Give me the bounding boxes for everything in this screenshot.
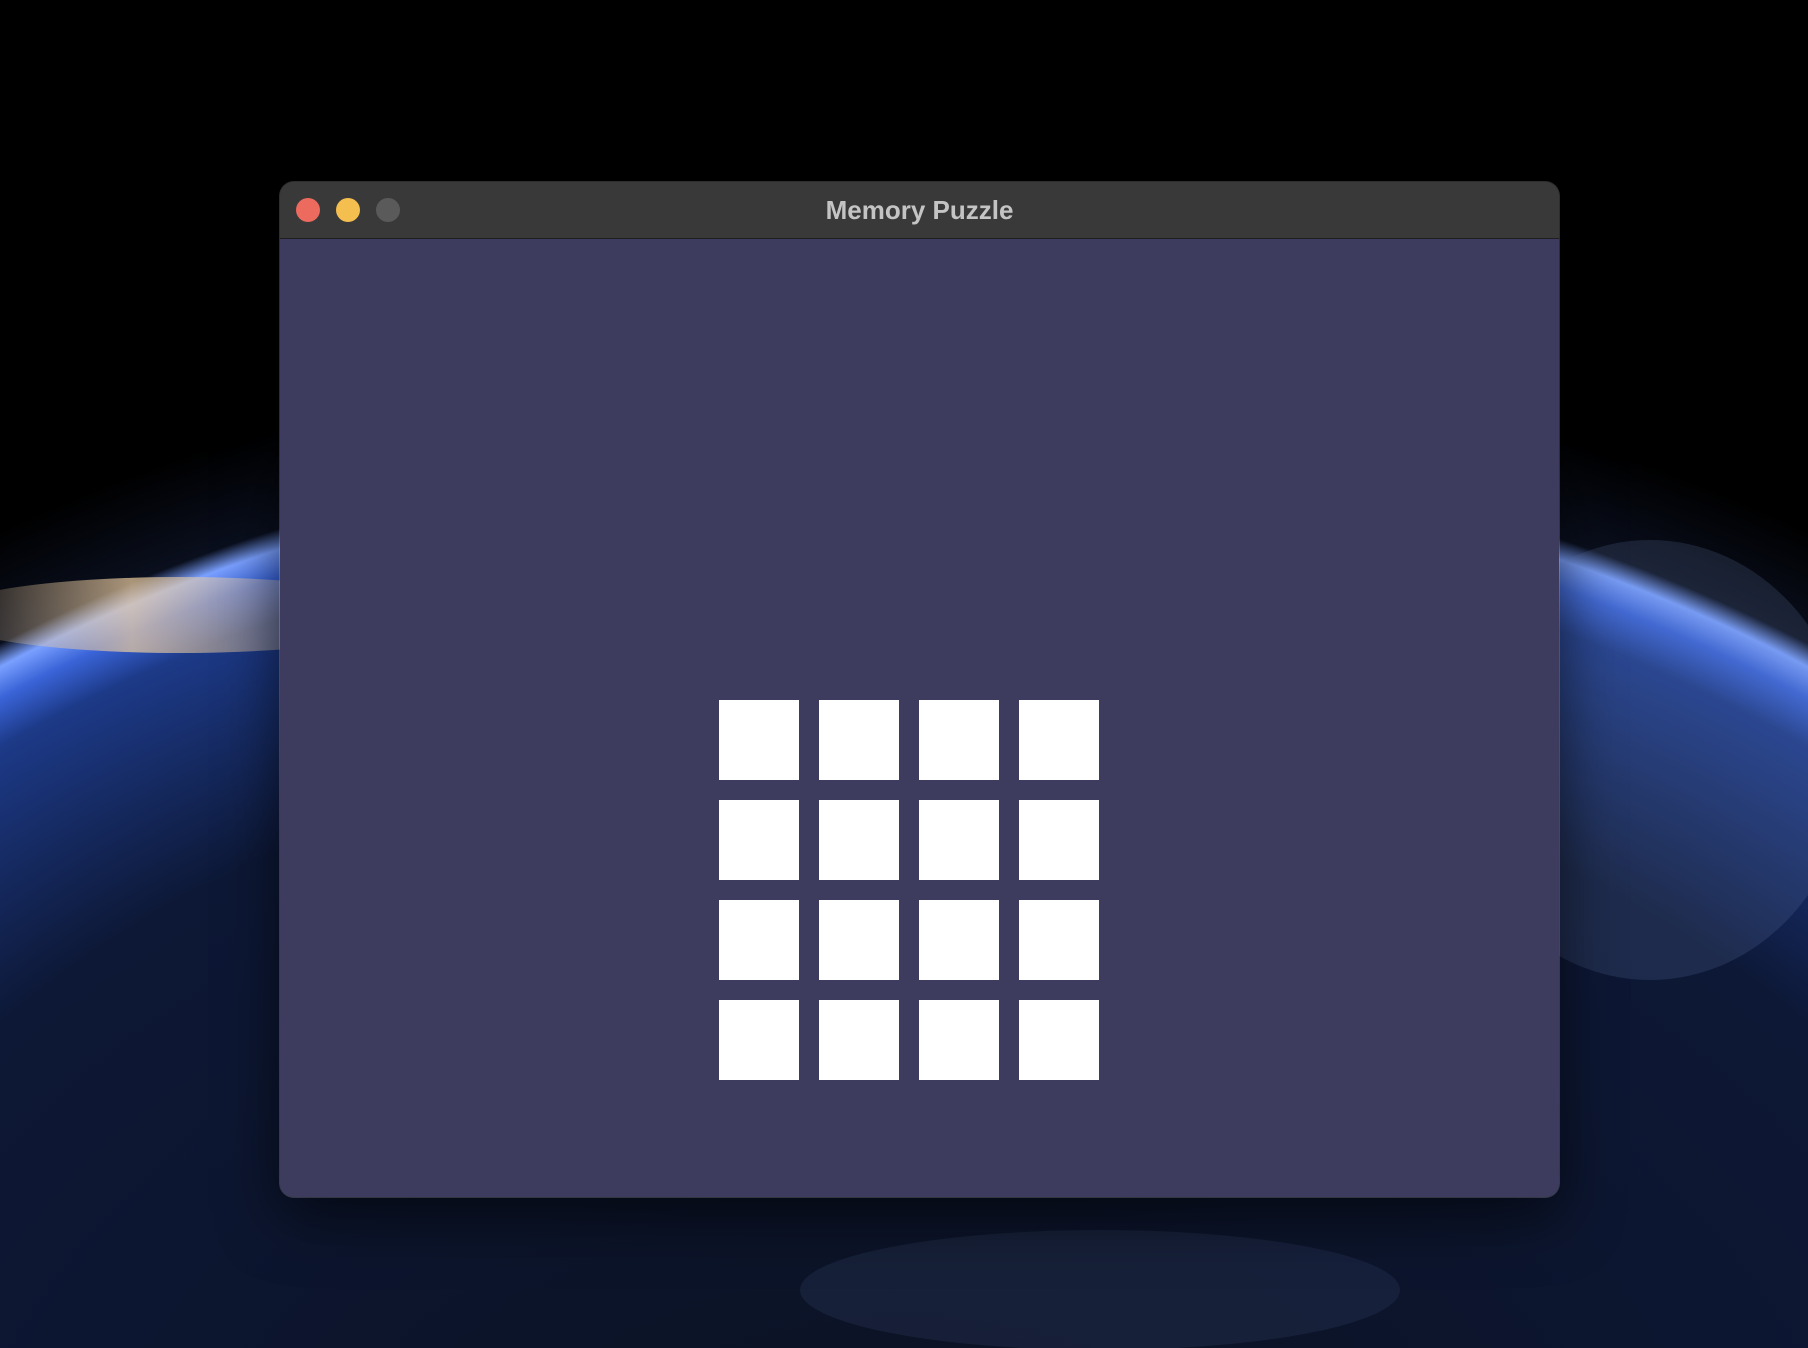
memory-tile-r2-c1[interactable] — [719, 800, 799, 880]
memory-tile-r3-c4[interactable] — [1019, 900, 1099, 980]
app-window: Memory Puzzle — [280, 182, 1559, 1197]
memory-tile-r2-c3[interactable] — [919, 800, 999, 880]
memory-tile-r3-c1[interactable] — [719, 900, 799, 980]
memory-tile-r1-c1[interactable] — [719, 700, 799, 780]
title-bar[interactable]: Memory Puzzle — [280, 182, 1559, 239]
window-title: Memory Puzzle — [825, 195, 1014, 225]
memory-tile-r3-c3[interactable] — [919, 900, 999, 980]
memory-tile-r2-c4[interactable] — [1019, 800, 1099, 880]
memory-tile-r1-c2[interactable] — [819, 700, 899, 780]
desktop: Memory Puzzle — [0, 0, 1808, 1348]
tile-grid — [719, 700, 1101, 1082]
game-canvas — [280, 239, 1559, 1197]
memory-tile-r4-c1[interactable] — [719, 1000, 799, 1080]
memory-tile-r4-c3[interactable] — [919, 1000, 999, 1080]
memory-tile-r1-c3[interactable] — [919, 700, 999, 780]
memory-tile-r1-c4[interactable] — [1019, 700, 1099, 780]
memory-tile-r4-c4[interactable] — [1019, 1000, 1099, 1080]
memory-tile-r4-c2[interactable] — [819, 1000, 899, 1080]
memory-tile-r3-c2[interactable] — [819, 900, 899, 980]
memory-tile-r2-c2[interactable] — [819, 800, 899, 880]
